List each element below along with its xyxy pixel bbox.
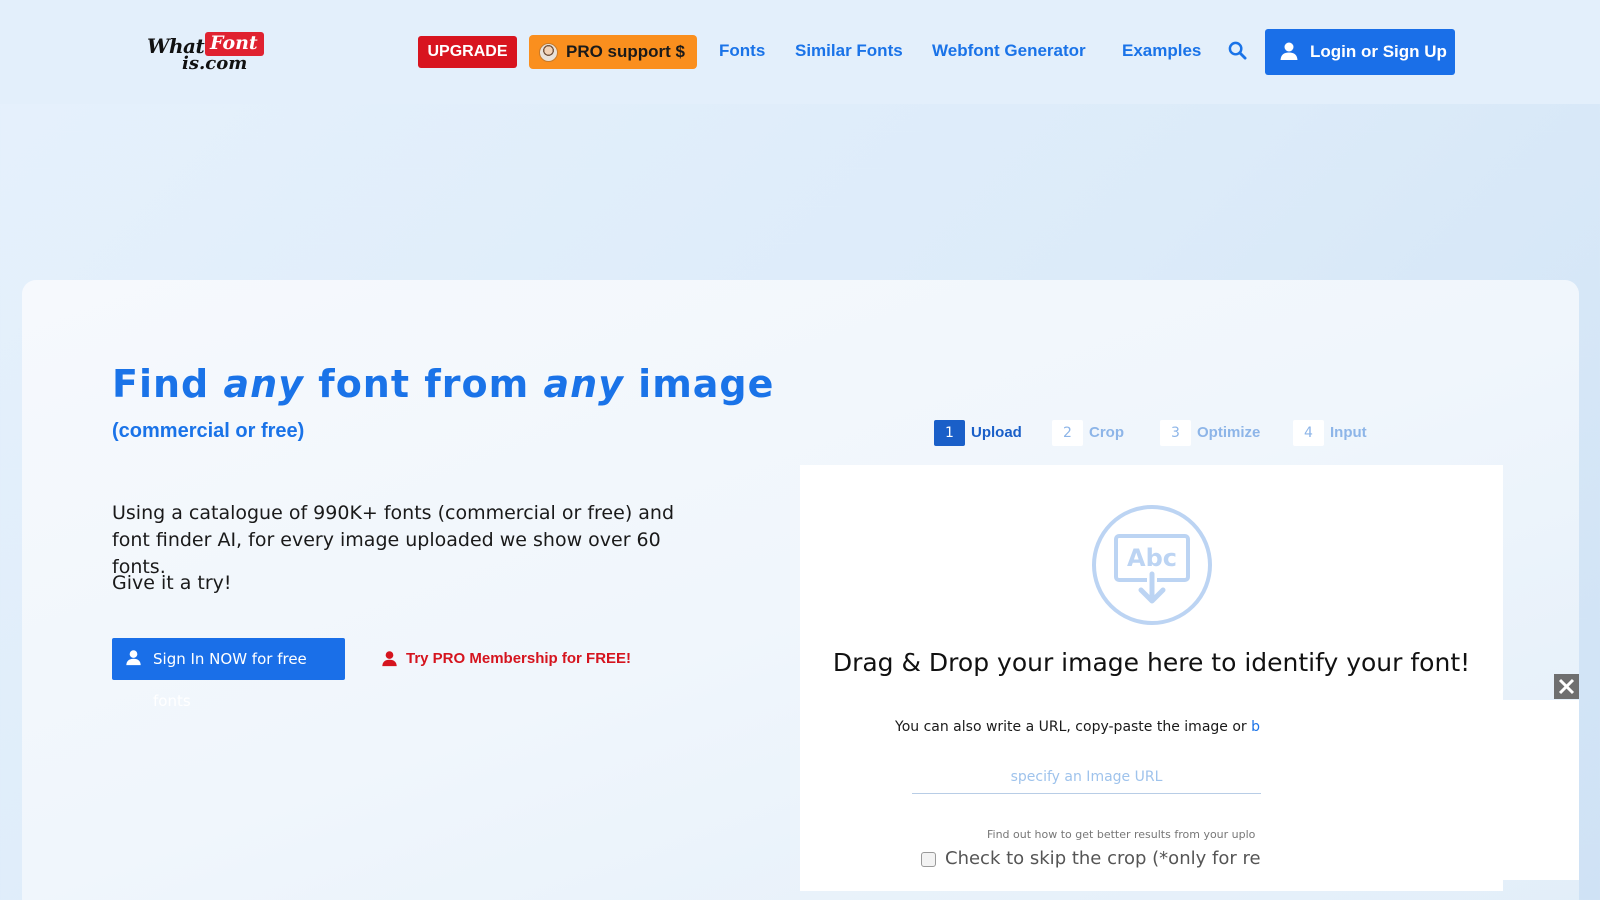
ad-overlay-panel xyxy=(1261,700,1579,880)
step-label: Upload xyxy=(971,424,1022,441)
nav-link-fonts[interactable]: Fonts xyxy=(719,38,765,64)
nav-link-similar-fonts[interactable]: Similar Fonts xyxy=(795,38,903,64)
abc-glyph: Abc xyxy=(1127,544,1177,572)
logo-word-is-com: is.com xyxy=(182,53,248,74)
step-number: 2 xyxy=(1052,420,1083,446)
step-label: Crop xyxy=(1089,424,1124,441)
hero-try-text: Give it a try! xyxy=(112,572,232,594)
title-part-image: image xyxy=(623,362,775,406)
step-number: 3 xyxy=(1160,420,1191,446)
url-instructions-text: You can also write a URL, copy-paste the… xyxy=(895,719,1252,735)
search-icon[interactable] xyxy=(1228,41,1247,60)
whatfontis-logo[interactable]: What Font is.com xyxy=(147,32,267,76)
pro-support-label: PRO support $ xyxy=(566,42,686,61)
title-any-emphasis: any xyxy=(223,362,304,406)
url-instructions: You can also write a URL, copy-paste the… xyxy=(895,716,1261,738)
close-icon[interactable] xyxy=(1554,674,1579,699)
nav-link-examples[interactable]: Examples xyxy=(1122,38,1201,64)
title-any-emphasis-2: any xyxy=(543,362,624,406)
title-part-find: Find xyxy=(112,362,224,406)
image-url-input[interactable] xyxy=(912,760,1261,794)
support-avatar-icon xyxy=(539,43,558,62)
upload-image-icon[interactable]: Abc xyxy=(1091,504,1213,626)
nav-link-webfont-generator[interactable]: Webfont Generator xyxy=(932,38,1086,64)
user-icon xyxy=(126,650,141,666)
browse-link[interactable]: br xyxy=(1251,719,1261,735)
skip-crop-label: Check to skip the crop (*only for reg xyxy=(945,848,1261,869)
drop-zone-title: Drag & Drop your image here to identify … xyxy=(832,648,1471,677)
login-signup-button[interactable]: Login or Sign Up xyxy=(1265,29,1455,75)
user-icon xyxy=(382,651,397,667)
user-icon xyxy=(1280,42,1298,60)
step-label: Input xyxy=(1330,424,1367,441)
try-pro-membership-label: Try PRO Membership for FREE! xyxy=(406,650,632,667)
better-results-hint[interactable]: Find out how to get better results from … xyxy=(987,827,1261,843)
hero-subtitle: (commercial or free) xyxy=(112,420,305,442)
login-signup-label: Login or Sign Up xyxy=(1310,42,1447,61)
upgrade-button[interactable]: UPGRADE xyxy=(418,36,517,68)
skip-crop-option[interactable]: Check to skip the crop (*only for reg xyxy=(921,846,1261,872)
step-label: Optimize xyxy=(1197,424,1261,441)
pro-support-button[interactable]: PRO support $ xyxy=(529,35,697,69)
try-pro-membership-link[interactable]: Try PRO Membership for FREE! xyxy=(381,648,631,670)
hero-title: Find any font from any image xyxy=(112,362,774,406)
sign-in-free-fonts-button[interactable]: Sign In NOW for free fonts xyxy=(112,638,345,710)
step-number: 1 xyxy=(934,420,965,446)
skip-crop-checkbox[interactable] xyxy=(921,852,936,867)
step-number: 4 xyxy=(1293,420,1324,446)
title-part-font-from: font from xyxy=(303,362,544,406)
hero-description: Using a catalogue of 990K+ fonts (commer… xyxy=(112,502,675,578)
